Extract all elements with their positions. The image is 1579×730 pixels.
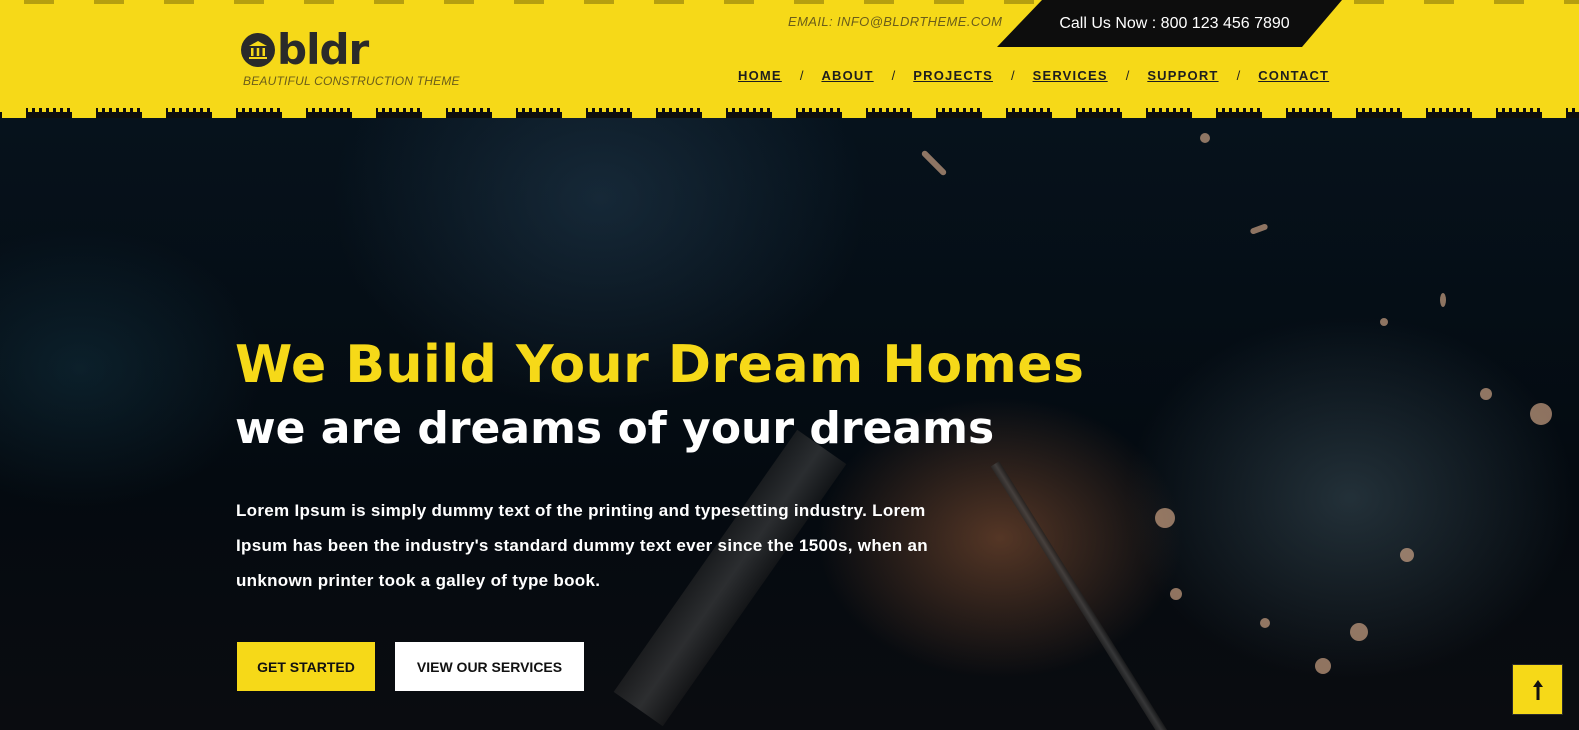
nav-separator: /: [1236, 68, 1241, 83]
logo-text: bldr: [277, 25, 369, 74]
spark: [1400, 548, 1414, 562]
bank-building-icon: [241, 33, 275, 67]
spark: [1249, 223, 1269, 235]
hero-subtitle: we are dreams of your dreams: [235, 403, 995, 454]
main-nav: HOME / ABOUT / PROJECTS / SERVICES / SUP…: [738, 68, 1329, 83]
call-us-banner: Call Us Now : 800 123 456 7890: [997, 0, 1342, 47]
spark: [1480, 388, 1492, 400]
hero-title: We Build Your Dream Homes: [235, 335, 1085, 395]
spark: [1155, 508, 1175, 528]
spark: [1530, 403, 1552, 425]
nav-support[interactable]: SUPPORT: [1147, 68, 1218, 83]
hazard-stripe-bottom: [0, 108, 1579, 118]
spark: [1170, 588, 1182, 600]
nav-separator: /: [799, 68, 804, 83]
nav-separator: /: [1010, 68, 1015, 83]
nav-projects[interactable]: PROJECTS: [913, 68, 993, 83]
site-header: bldr BEAUTIFUL CONSTRUCTION THEME EMAIL:…: [0, 0, 1579, 108]
call-us-text[interactable]: Call Us Now : 800 123 456 7890: [1059, 15, 1289, 33]
nav-contact[interactable]: CONTACT: [1258, 68, 1329, 83]
spark: [1440, 293, 1446, 307]
brand-tagline: BEAUTIFUL CONSTRUCTION THEME: [243, 74, 460, 88]
nav-separator: /: [891, 68, 896, 83]
spark: [1350, 623, 1368, 641]
view-services-button[interactable]: VIEW OUR SERVICES: [395, 642, 584, 691]
nav-home[interactable]: HOME: [738, 68, 782, 83]
nav-about[interactable]: ABOUT: [821, 68, 873, 83]
arrow-up-icon: [1532, 679, 1543, 700]
contact-email[interactable]: EMAIL: INFO@BLDRTHEME.COM: [788, 14, 1002, 29]
nav-services[interactable]: SERVICES: [1033, 68, 1108, 83]
spark: [1260, 618, 1270, 628]
hero-description: Lorem Ipsum is simply dummy text of the …: [236, 501, 928, 590]
scroll-to-top-button[interactable]: [1512, 664, 1563, 715]
logo[interactable]: bldr: [241, 25, 369, 74]
get-started-button[interactable]: GET STARTED: [237, 642, 375, 691]
hazard-stripe-top: [0, 0, 1579, 4]
file-tool: [990, 461, 1180, 730]
spark: [1380, 318, 1388, 326]
spark: [1315, 658, 1331, 674]
spark: [1200, 133, 1210, 143]
nav-separator: /: [1125, 68, 1130, 83]
spark: [920, 149, 948, 177]
